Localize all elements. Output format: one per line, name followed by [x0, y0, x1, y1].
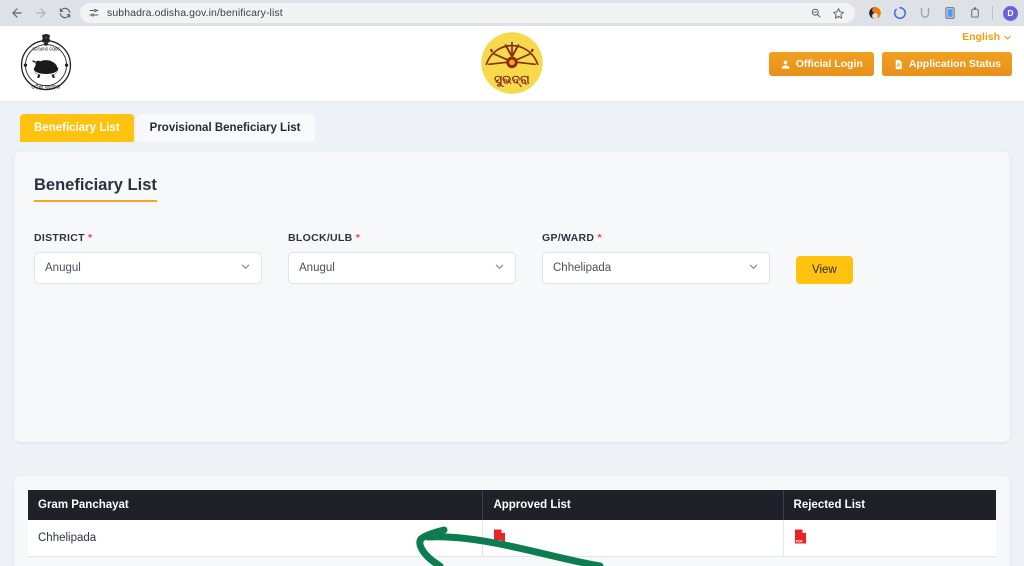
pdf-file-icon[interactable]: PDF — [794, 529, 807, 547]
district-field: DISTRICT * Anugul — [34, 232, 262, 284]
district-label-text: DISTRICT — [34, 232, 85, 244]
page-title: Beneficiary List — [34, 176, 157, 202]
svg-text:ସତ୍ୟମେବ ଜୟତେ: ସତ୍ୟମେବ ଜୟତେ — [32, 48, 60, 53]
header-actions: Official Login Application Status — [768, 52, 1012, 76]
block-ulb-field: BLOCK/ULB * Anugul — [288, 232, 516, 284]
district-label: DISTRICT * — [34, 232, 262, 244]
odisha-government-emblem: ଓଡ଼ିଶା ସରକାର ସତ୍ୟମେବ ଜୟତେ — [18, 33, 74, 94]
district-select-value: Anugul — [45, 262, 81, 274]
user-icon — [780, 59, 791, 70]
beneficiary-filter-card: Beneficiary List DISTRICT * Anugul BLOCK… — [14, 152, 1010, 442]
brand-text: ସୁଭଦ୍ରା — [494, 72, 530, 88]
profile-avatar[interactable]: D — [1003, 5, 1018, 21]
column-gram-panchayat: Gram Panchayat — [28, 490, 484, 520]
beneficiary-table-card: Gram Panchayat Approved List Rejected Li… — [14, 476, 1010, 566]
application-status-button[interactable]: Application Status — [881, 52, 1012, 76]
gp-ward-field: GP/WARD * Chhelipada — [542, 232, 770, 284]
tab-provisional-beneficiary-list-label: Provisional Beneficiary List — [149, 122, 301, 134]
pdf-file-icon[interactable]: PDF — [493, 529, 506, 547]
application-status-label: Application Status — [908, 58, 1001, 70]
view-button[interactable]: View — [796, 256, 853, 284]
browser-toolbar: subhadra.odisha.gov.in/benificary-list D — [0, 0, 1024, 26]
gp-ward-label-text: GP/WARD — [542, 232, 595, 244]
chevron-down-icon — [1003, 33, 1012, 42]
block-ulb-select[interactable]: Anugul — [288, 252, 516, 284]
letter-u-extension-icon[interactable] — [917, 6, 932, 21]
zoom-magnifier-icon[interactable] — [810, 7, 822, 19]
chevron-down-icon — [494, 261, 505, 275]
column-rejected-list: Rejected List — [783, 490, 996, 520]
district-select[interactable]: Anugul — [34, 252, 262, 284]
gp-ward-label: GP/WARD * — [542, 232, 770, 244]
block-ulb-label: BLOCK/ULB * — [288, 232, 516, 244]
language-label: English — [962, 31, 1000, 43]
reload-icon[interactable] — [54, 2, 76, 24]
gp-ward-select[interactable]: Chhelipada — [542, 252, 770, 284]
filter-form: DISTRICT * Anugul BLOCK/ULB * Anugul GP/… — [32, 232, 992, 284]
language-selector[interactable]: English — [962, 31, 1012, 43]
svg-text:ଓଡ଼ିଶା ସରକାର: ଓଡ଼ିଶା ସରକାର — [32, 84, 61, 91]
toolbar-divider — [992, 6, 993, 20]
block-ulb-select-value: Anugul — [299, 262, 335, 274]
block-ulb-label-text: BLOCK/ULB — [288, 232, 353, 244]
puzzle-extension-icon[interactable] — [967, 6, 982, 21]
tab-provisional-beneficiary-list[interactable]: Provisional Beneficiary List — [135, 114, 315, 142]
tab-beneficiary-list[interactable]: Beneficiary List — [20, 114, 134, 142]
forward-arrow-icon[interactable] — [30, 2, 52, 24]
table-header-row: Gram Panchayat Approved List Rejected Li… — [28, 490, 996, 520]
table-row: Chhelipada PDF PDF — [28, 520, 996, 557]
tune-sliders-icon[interactable] — [88, 7, 100, 19]
tab-bar: Beneficiary List Provisional Beneficiary… — [0, 102, 1024, 152]
yin-yang-extension-icon[interactable] — [867, 6, 882, 21]
column-approved-list: Approved List — [482, 490, 784, 520]
chevron-down-icon — [748, 261, 759, 275]
cell-rejected-list: PDF — [783, 520, 996, 557]
star-icon[interactable] — [832, 7, 845, 20]
official-login-button[interactable]: Official Login — [768, 52, 874, 76]
cell-gram-panchayat: Chhelipada — [28, 520, 484, 557]
address-bar[interactable]: subhadra.odisha.gov.in/benificary-list — [80, 3, 855, 23]
gp-ward-select-value: Chhelipada — [553, 262, 612, 274]
loader-ring-extension-icon[interactable] — [892, 6, 907, 21]
site-header: ଓଡ଼ିଶା ସରକାର ସତ୍ୟମେବ ଜୟତେ ସୁଭଦ୍ରା Englis… — [0, 26, 1024, 102]
document-status-icon — [893, 59, 904, 70]
beneficiary-table: Gram Panchayat Approved List Rejected Li… — [28, 490, 996, 557]
block-ulb-required-marker: * — [355, 232, 361, 244]
cell-approved-list: PDF — [482, 520, 784, 557]
extensions-strip: D — [861, 5, 1018, 21]
back-arrow-icon[interactable] — [6, 2, 28, 24]
tab-beneficiary-list-label: Beneficiary List — [34, 122, 120, 134]
address-bar-url: subhadra.odisha.gov.in/benificary-list — [107, 7, 283, 19]
chevron-down-icon — [240, 261, 251, 275]
svg-text:PDF: PDF — [495, 539, 503, 543]
gp-ward-required-marker: * — [597, 232, 602, 244]
svg-text:PDF: PDF — [795, 539, 803, 543]
document-extension-icon[interactable] — [942, 6, 957, 21]
district-required-marker: * — [88, 232, 93, 244]
official-login-label: Official Login — [795, 58, 863, 70]
subhadra-logo: ସୁଭଦ୍ରା — [480, 31, 544, 95]
